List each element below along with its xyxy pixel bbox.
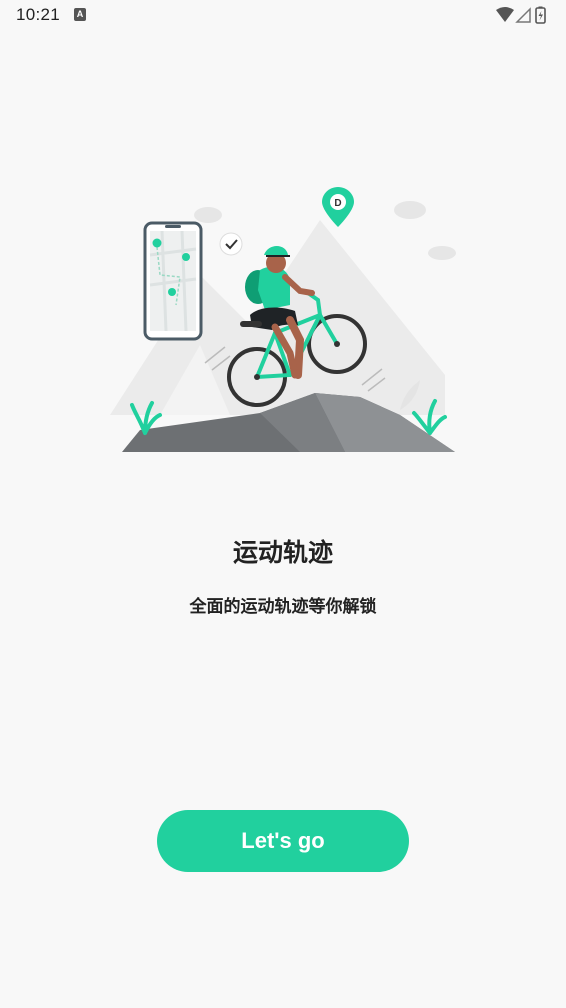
status-icons	[496, 6, 546, 24]
check-bubble-icon	[219, 232, 243, 256]
wifi-icon	[496, 7, 514, 22]
svg-text:D: D	[334, 198, 341, 209]
notification-a-icon: A	[74, 8, 86, 21]
onboarding-subtitle: 全面的运动轨迹等你解锁	[189, 597, 377, 617]
cell-signal-icon	[515, 7, 531, 23]
lets-go-button[interactable]: Let's go	[157, 810, 409, 872]
status-time: 10:21	[16, 5, 61, 24]
location-pin-icon: D	[322, 187, 354, 227]
onboarding-title: 运动轨迹	[232, 538, 333, 567]
cyclist-mountain-illustration: D	[110, 187, 456, 452]
status-bar: 10:21 A	[0, 0, 566, 30]
phone-map-icon	[143, 221, 203, 341]
battery-charging-icon	[535, 6, 546, 24]
